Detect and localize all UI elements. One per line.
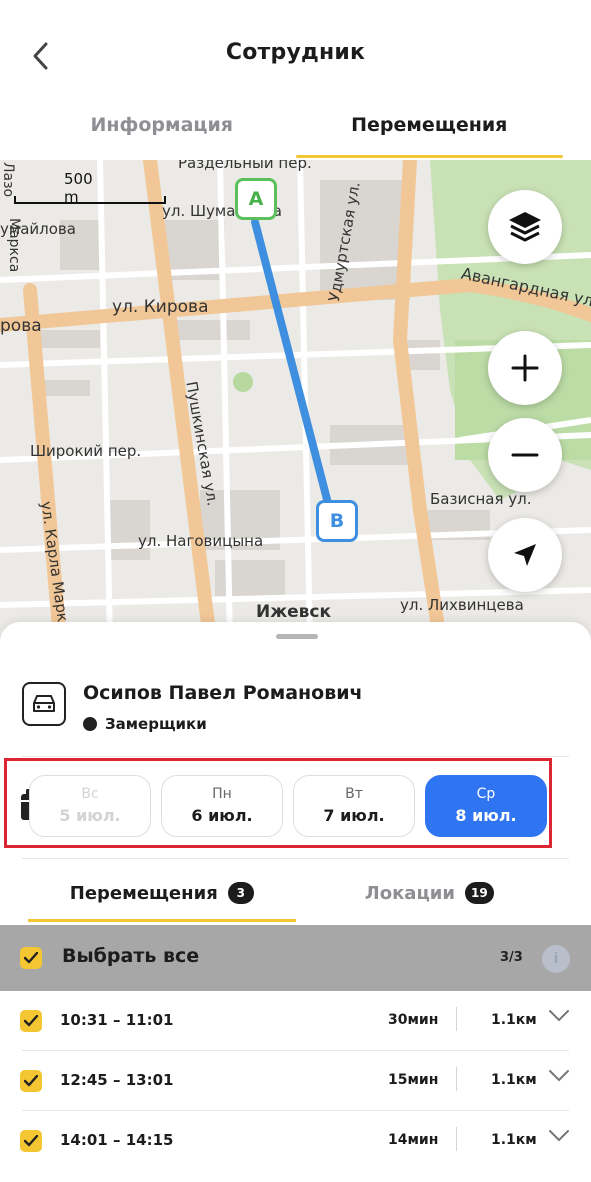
chevron-down-icon[interactable] [548,1129,570,1143]
trip-distance: 1.1км [491,1012,537,1028]
locate-icon [514,544,536,566]
route-start-marker[interactable]: A [235,178,277,220]
street-label: Лазо [0,162,16,198]
street-label: ул. Лихвинцева [400,596,524,614]
trip-checkbox[interactable] [20,1070,42,1092]
trip-distance: 1.1км [491,1072,537,1088]
layers-icon [509,212,541,242]
date-day: 8 июл. [455,806,517,825]
trip-checkbox[interactable] [20,1010,42,1032]
page-title: Сотрудник [225,40,366,65]
locate-button[interactable] [488,518,562,592]
trip-row[interactable]: 10:31 – 11:01 30мин 1.1км [0,991,591,1051]
group-dot-icon [83,717,97,731]
trip-distance: 1.1км [491,1132,537,1148]
select-all-checkbox[interactable] [20,947,42,969]
date-selector: Вс 5 июл. Пн 6 июл. Вт 7 июл. Ср 8 июл. … [4,758,552,848]
movement-tabs: Перемещения 3 Локации 19 [28,864,563,922]
bottom-sheet: Осипов Павел Романович Замерщики Вс 5 ию… [0,622,591,1182]
date-weekday: Вс [81,786,99,802]
date-chip[interactable]: Вт 7 июл. [293,775,415,837]
employee-group: Замерщики [83,715,207,733]
check-icon [24,1075,38,1087]
street-label: ул. Наговицына [138,532,264,550]
trip-time: 14:01 – 14:15 [60,1131,174,1149]
trip-time: 12:45 – 13:01 [60,1071,174,1089]
date-chip[interactable]: Вс 5 июл. [29,775,151,837]
selected-count: 3/3 [500,950,523,965]
trip-row[interactable]: 14:01 – 14:15 14мин 1.1км [0,1111,591,1171]
date-weekday: Пн [212,786,232,802]
info-icon[interactable]: i [542,945,570,973]
check-icon [24,952,38,964]
chevron-down-icon[interactable] [548,1069,570,1083]
car-icon [22,682,66,726]
date-weekday: Вт [345,786,363,802]
trip-row[interactable]: 12:45 – 13:01 15мин 1.1км [0,1051,591,1111]
date-day: 7 июл. [323,806,385,825]
check-icon [24,1135,38,1147]
scale-bar [14,196,166,204]
date-chip-selected[interactable]: Ср 8 июл. [425,775,547,837]
trip-duration: 30мин [388,1012,439,1028]
trip-duration: 15мин [388,1072,439,1088]
street-label: Базисная ул. [430,490,532,508]
select-all-label: Выбрать все [62,945,200,967]
street-label: ул. Кирова [112,297,209,317]
tab-movements-list[interactable]: Перемещения 3 [28,864,296,922]
group-label: Замерщики [105,715,207,733]
date-day: 5 июл. [59,806,121,825]
trip-checkbox[interactable] [20,1130,42,1152]
count-badge: 19 [465,882,494,904]
tab-movements[interactable]: Перемещения [295,100,564,158]
select-all-row[interactable]: Выбрать все 3/3 i [0,925,591,991]
route-end-marker[interactable]: B [316,500,358,542]
divider [22,756,569,757]
zoom-in-button[interactable] [488,331,562,405]
city-label: Ижевск [256,602,332,622]
date-day: 6 июл. [191,806,253,825]
sheet-handle[interactable] [276,634,318,639]
divider [456,1127,457,1151]
trip-duration: 14мин [388,1132,439,1148]
date-weekday: Ср [476,786,496,802]
top-tabs: Информация Перемещения [28,100,563,158]
count-badge: 3 [227,882,254,904]
date-chip[interactable]: Пн 6 июл. [161,775,283,837]
street-label: Широкий пер. [30,442,142,460]
divider [456,1007,457,1031]
divider [456,1067,457,1091]
tab-label: Локации [364,882,456,904]
tab-locations[interactable]: Локации 19 [296,864,564,922]
divider [22,858,569,859]
tab-label: Перемещения [69,882,218,904]
tab-info[interactable]: Информация [28,100,296,158]
header: Сотрудник Информация Перемещения [0,0,591,160]
trip-time: 10:31 – 11:01 [60,1011,174,1029]
street-label: умайлова [0,220,76,238]
employee-name: Осипов Павел Романович [83,682,363,704]
layers-button[interactable] [488,190,562,264]
chevron-down-icon[interactable] [548,1009,570,1023]
street-label: Раздельный пер. [178,160,312,172]
map-view[interactable]: Раздельный пер. ул. Шумайлова ул. Кирова… [0,160,591,640]
zoom-out-icon [511,453,539,457]
street-label: рова [0,316,42,336]
zoom-out-button[interactable] [488,418,562,492]
zoom-in-icon [511,354,539,382]
check-icon [24,1015,38,1027]
